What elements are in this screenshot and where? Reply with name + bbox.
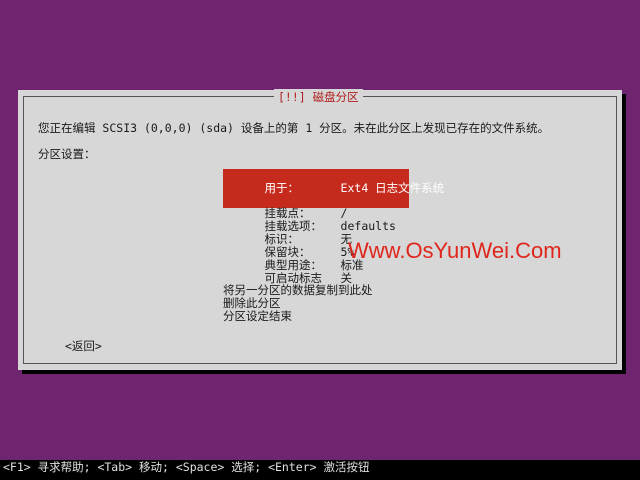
dialog-frame: [!!] 磁盘分区 您正在编辑 SCSI3 (0,0,0) (sda) 设备上的… bbox=[23, 89, 617, 364]
help-bar-text: <F1> 寻求帮助; <Tab> 移动; <Space> 选择; <Enter>… bbox=[3, 460, 370, 474]
partition-description: 您正在编辑 SCSI3 (0,0,0) (sda) 设备上的第 1 分区。未在此… bbox=[38, 121, 550, 135]
watermark: Www.OsYunWei.Com bbox=[348, 238, 562, 263]
dialog-title: [!!] 磁盘分区 bbox=[274, 89, 363, 105]
partition-dialog: [!!] 磁盘分区 您正在编辑 SCSI3 (0,0,0) (sda) 设备上的… bbox=[18, 89, 622, 370]
help-bar: <F1> 寻求帮助; <Tab> 移动; <Space> 选择; <Enter>… bbox=[0, 460, 640, 480]
done-setting-partition-action[interactable]: 分区设定结束 bbox=[223, 310, 292, 323]
back-button[interactable]: <返回> bbox=[65, 340, 102, 353]
settings-heading: 分区设置： bbox=[38, 147, 96, 161]
setting-value: Ext4 日志文件系统 bbox=[340, 181, 445, 195]
